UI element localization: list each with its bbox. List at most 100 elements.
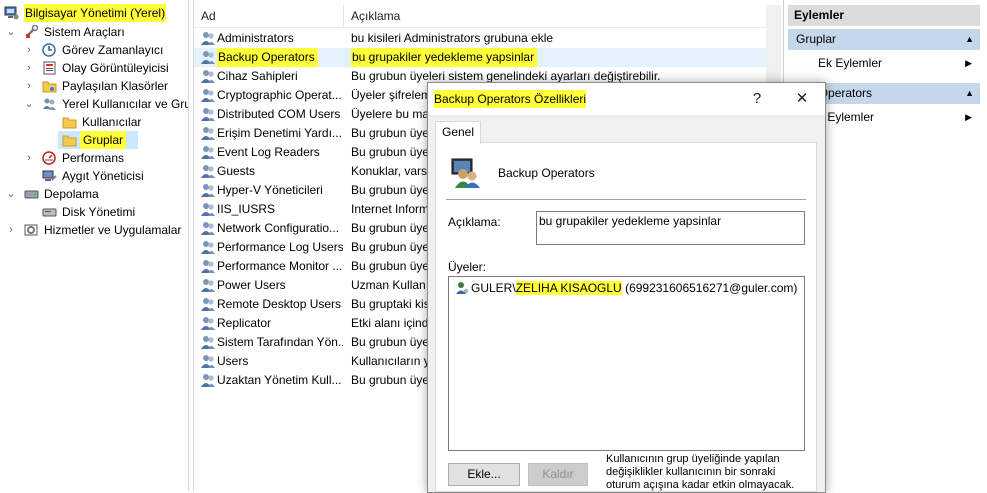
group-icon <box>201 32 215 45</box>
tree-item-local-users-groups[interactable]: ⌄ Yerel Kullanıcılar ve Gru <box>0 95 188 113</box>
row-name: Uzaktan Yönetim Kull... <box>217 373 342 387</box>
actions-header: Eylemler <box>788 5 980 26</box>
group-icon <box>201 336 215 349</box>
chevron-down-icon[interactable]: ⌄ <box>24 95 34 113</box>
action-label: k Eylemler <box>818 110 875 124</box>
actions-section-groups[interactable]: Gruplar ▲ <box>788 29 980 50</box>
add-button[interactable]: Ekle... <box>448 463 520 486</box>
chevron-right-icon[interactable]: › <box>24 59 34 77</box>
description-value: bu grupakiler yedekleme yapsinlar <box>539 214 722 228</box>
local-users-icon <box>43 98 56 110</box>
help-button[interactable]: ? <box>747 89 767 109</box>
chevron-right-icon[interactable]: › <box>6 221 16 239</box>
computer-management-icon <box>4 6 19 20</box>
tree-root-label: Bilgisayar Yönetimi (Yerel) <box>24 4 167 22</box>
column-header-name[interactable]: Ad <box>201 9 216 23</box>
section-label: Gruplar <box>796 32 837 46</box>
row-name: Cihaz Sahipleri <box>217 69 298 83</box>
tree-item-event-viewer[interactable]: › Olay Görüntüleyicisi <box>0 59 188 77</box>
group-icon <box>201 127 215 140</box>
column-divider[interactable] <box>343 5 344 27</box>
description-field[interactable]: bu grupakiler yedekleme yapsinlar <box>536 211 805 245</box>
description-label: Açıklama: <box>448 215 501 229</box>
system-tools-icon <box>26 25 39 38</box>
tree-item-task-scheduler[interactable]: › Görev Zamanlayıcı <box>0 41 188 59</box>
group-icon <box>201 51 215 64</box>
tree-root-computer-management[interactable]: Bilgisayar Yönetimi (Yerel) <box>4 4 188 22</box>
member-text: GULER\ZELIHA KISAOGLU (699231606516271@g… <box>471 279 797 297</box>
collapse-up-icon[interactable]: ▲ <box>965 29 974 50</box>
group-icon <box>201 260 215 273</box>
tree-item-label: Kullanıcılar <box>82 115 142 129</box>
chevron-down-icon[interactable]: ⌄ <box>6 23 16 41</box>
chevron-right-icon[interactable]: › <box>24 41 34 59</box>
task-scheduler-icon <box>42 43 56 57</box>
chevron-right-icon: ▶ <box>965 58 972 68</box>
dialog-titlebar[interactable]: Backup Operators Özellikleri ? ✕ <box>428 83 825 115</box>
row-name: Network Configuratio... <box>217 221 340 235</box>
tree-item-label: Olay Görüntüleyicisi <box>62 61 169 75</box>
close-button[interactable]: ✕ <box>792 89 812 109</box>
row-name: Cryptographic Operat... <box>217 88 342 102</box>
storage-icon <box>24 190 39 199</box>
group-icon <box>201 89 215 102</box>
tree-item-label: Performans <box>62 151 125 165</box>
chevron-right-icon[interactable]: › <box>24 77 34 95</box>
tree-item-label: Görev Zamanlayıcı <box>62 43 164 57</box>
tree-item-label: Sistem Araçları <box>44 25 125 39</box>
group-icon <box>201 355 215 368</box>
tab-general[interactable]: Genel <box>435 121 481 144</box>
group-icon <box>201 374 215 387</box>
group-icon <box>201 203 215 216</box>
performance-icon <box>42 151 56 165</box>
tree-item-label: Gruplar <box>80 131 127 149</box>
tree-item-shared-folders[interactable]: › Paylaşılan Klasörler <box>0 77 188 95</box>
tree-item-label: Hizmetler ve Uygulamalar <box>44 223 182 237</box>
tree-item-groups[interactable]: Gruplar <box>58 131 138 149</box>
table-row[interactable]: Backup Operators bu grupakiler yedekleme … <box>194 48 766 67</box>
properties-dialog[interactable]: Backup Operators Özellikleri ? ✕ Genel B… <box>427 82 826 493</box>
console-tree[interactable]: Bilgisayar Yönetimi (Yerel) ⌄ Sistem Ara… <box>0 0 189 491</box>
row-name: Backup Operators <box>217 48 318 67</box>
tree-item-services-apps[interactable]: › Hizmetler ve Uygulamalar <box>0 221 188 239</box>
divider <box>446 199 806 200</box>
membership-note: Kullanıcının grup üyeliğinde yapılan değ… <box>606 453 795 491</box>
tree-item-system-tools[interactable]: ⌄ Sistem Araçları <box>0 23 188 41</box>
tree-item-device-manager[interactable]: Aygıt Yöneticisi <box>0 167 188 185</box>
tree-item-label: Depolama <box>44 187 99 201</box>
row-name: Power Users <box>217 278 286 292</box>
column-header-description[interactable]: Açıklama <box>351 9 400 23</box>
tree-item-disk-management[interactable]: Disk Yönetimi <box>0 203 188 221</box>
action-label: Ek Eylemler <box>818 56 883 70</box>
row-name: Sistem Tarafından Yön... <box>217 335 343 349</box>
collapse-up-icon[interactable]: ▲ <box>965 83 974 104</box>
members-list[interactable]: GULER\ZELIHA KISAOGLU (699231606516271@g… <box>448 276 805 451</box>
group-icon <box>201 279 215 292</box>
chevron-down-icon[interactable]: ⌄ <box>6 185 16 203</box>
group-icon <box>201 317 215 330</box>
members-label: Üyeler: <box>448 260 487 274</box>
chevron-right-icon[interactable]: › <box>24 149 34 167</box>
row-name: Erişim Denetimi Yardı... <box>217 126 342 140</box>
group-icon <box>201 298 215 311</box>
row-name: Replicator <box>217 316 272 330</box>
row-name: Distributed COM Users <box>217 107 341 121</box>
table-row[interactable]: Administrators bu kisileri Administrators… <box>194 29 766 48</box>
remove-button[interactable]: Kaldır <box>528 463 588 486</box>
tree-item-storage[interactable]: ⌄ Depolama <box>0 185 188 203</box>
list-header: Ad Açıklama <box>194 5 766 28</box>
device-manager-icon <box>42 170 57 181</box>
row-name: Hyper-V Yöneticileri <box>217 183 323 197</box>
member-domain: GULER\ <box>471 281 516 295</box>
group-name: Backup Operators <box>498 166 595 180</box>
row-description: bu kisileri Administrators grubuna ekle <box>351 31 554 45</box>
group-icon <box>201 70 215 83</box>
row-name: IIS_IUSRS <box>217 202 276 216</box>
chevron-right-icon: ▶ <box>965 112 972 122</box>
action-more-actions[interactable]: Ek Eylemler ▶ <box>788 52 980 74</box>
tree-item-performance[interactable]: › Performans <box>0 149 188 167</box>
member-name: ZELIHA KISAOGLU <box>515 281 622 295</box>
group-icon <box>201 108 215 121</box>
group-icon <box>201 222 215 235</box>
tree-item-users[interactable]: Kullanıcılar <box>0 113 188 131</box>
